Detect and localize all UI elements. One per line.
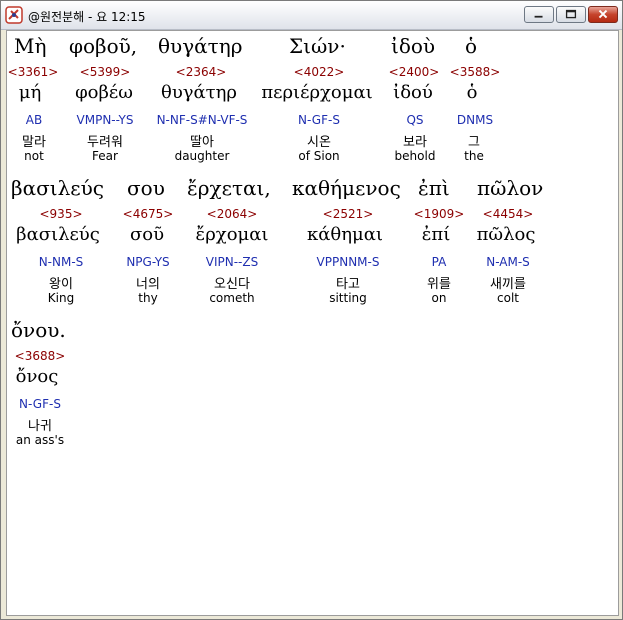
- korean-gloss: 말라: [22, 135, 46, 150]
- close-icon: [598, 9, 608, 19]
- english-gloss: not: [24, 149, 44, 163]
- parse-code: VMPN--YS: [76, 113, 134, 127]
- english-gloss: King: [47, 291, 75, 305]
- minimize-button[interactable]: [524, 6, 554, 23]
- korean-gloss: 타고: [336, 277, 360, 292]
- greek-word: Μὴ: [14, 34, 47, 58]
- english-gloss: daughter: [174, 149, 230, 163]
- strong-number[interactable]: <4454>: [483, 207, 534, 221]
- lemma: μή: [18, 82, 42, 103]
- parse-code: NPG-YS: [126, 255, 170, 269]
- strong-number[interactable]: <2064>: [207, 207, 258, 221]
- korean-gloss: 보라: [403, 135, 427, 150]
- title-bar[interactable]: @원전분해 - 요 12:15: [1, 1, 622, 30]
- minimize-icon: [534, 15, 543, 18]
- window-title: @원전분해 - 요 12:15: [28, 10, 146, 24]
- parse-code: N-GF-S: [19, 397, 61, 411]
- greek-word: θυγάτηρ: [158, 34, 243, 58]
- lemma: θυγάτηρ: [160, 82, 238, 103]
- strong-number[interactable]: <3588>: [450, 65, 501, 79]
- parse-code: AB: [25, 113, 43, 127]
- greek-word: σου: [127, 176, 165, 200]
- lemma: ἔρχομαι: [195, 224, 269, 245]
- greek-word: πῶλον: [477, 176, 544, 200]
- english-gloss: an ass's: [15, 433, 65, 447]
- parse-code: DNMS: [456, 113, 494, 127]
- korean-gloss: 오신다: [214, 277, 250, 292]
- korean-gloss: 너의: [136, 277, 160, 292]
- parse-code: N-NF-S#N-VF-S: [156, 113, 248, 127]
- parse-code: N-GF-S: [298, 113, 340, 127]
- english-gloss: on: [431, 291, 447, 305]
- english-gloss: behold: [394, 149, 436, 163]
- greek-word: ὄνου.: [11, 318, 66, 342]
- app-window: @원전분해 - 요 12:15 Μὴ <3361> μή AB 말라 not φ…: [0, 0, 623, 620]
- korean-gloss: 시온: [307, 135, 331, 150]
- greek-word: φοβοῦ,: [69, 34, 138, 58]
- parse-code: QS: [406, 113, 424, 127]
- parse-code: N-NM-S: [38, 255, 84, 269]
- parse-code: N-AM-S: [486, 255, 530, 269]
- maximize-icon: [565, 9, 577, 19]
- lemma: ὁ: [466, 82, 478, 103]
- strong-number[interactable]: <1909>: [414, 207, 465, 221]
- analysis-pane[interactable]: Μὴ <3361> μή AB 말라 not φοβοῦ, <5399> φοβ…: [6, 30, 619, 616]
- strong-number[interactable]: <2521>: [323, 207, 374, 221]
- lemma: ἰδού: [393, 82, 433, 103]
- strong-number[interactable]: <3688>: [15, 349, 66, 363]
- parse-code: PA: [431, 255, 447, 269]
- parse-code: VIPN--ZS: [205, 255, 259, 269]
- parse-code: VPPNNM-S: [316, 255, 380, 269]
- english-gloss: Fear: [92, 149, 118, 163]
- english-gloss: thy: [138, 291, 158, 305]
- lemma: κάθημαι: [307, 224, 383, 245]
- lemma: πῶλος: [476, 224, 536, 245]
- greek-word: ἰδοὺ: [391, 34, 436, 58]
- greek-word: ὁ: [465, 34, 478, 58]
- lemma: φοβέω: [75, 82, 133, 103]
- lemma: ὄνος: [15, 366, 59, 387]
- greek-word: ἔρχεται,: [187, 176, 271, 200]
- lemma: ἐπί: [421, 224, 451, 245]
- korean-gloss: 위를: [427, 277, 451, 292]
- close-button[interactable]: [588, 6, 618, 23]
- strong-number[interactable]: <5399>: [80, 65, 131, 79]
- english-gloss: cometh: [209, 291, 255, 305]
- strong-number[interactable]: <2364>: [176, 65, 227, 79]
- korean-gloss: 두려워: [87, 135, 123, 150]
- greek-word: Σιών·: [289, 34, 346, 58]
- strong-number[interactable]: <3361>: [8, 65, 59, 79]
- english-gloss: the: [464, 149, 484, 163]
- korean-gloss: 그: [468, 135, 480, 150]
- korean-gloss: 딸아: [190, 135, 214, 150]
- greek-word: βασιλεύς: [11, 176, 104, 200]
- strong-number[interactable]: <2400>: [389, 65, 440, 79]
- strong-number[interactable]: <4675>: [123, 207, 174, 221]
- maximize-button[interactable]: [556, 6, 586, 23]
- english-gloss: sitting: [329, 291, 367, 305]
- lemma: σοῦ: [129, 224, 165, 245]
- lemma: περιέρχομαι: [261, 82, 373, 103]
- korean-gloss: 왕이: [49, 277, 73, 292]
- korean-gloss: 새끼를: [490, 277, 526, 292]
- greek-word: ἐπὶ: [418, 176, 450, 200]
- strong-number[interactable]: <935>: [39, 207, 82, 221]
- app-logo-icon: [5, 6, 23, 24]
- korean-gloss: 나귀: [28, 419, 52, 434]
- lemma: βασιλεύς: [16, 224, 100, 245]
- greek-word: καθήμενος: [292, 176, 401, 200]
- strong-number[interactable]: <4022>: [294, 65, 345, 79]
- english-gloss: colt: [497, 291, 519, 305]
- english-gloss: of Sion: [298, 149, 340, 163]
